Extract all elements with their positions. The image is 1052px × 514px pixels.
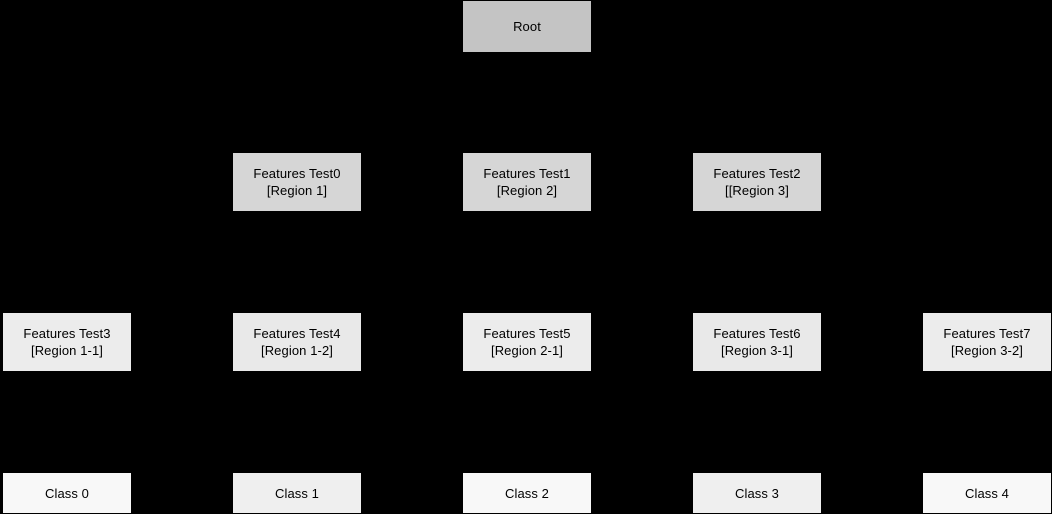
node-class-3[interactable]: Class 3 (692, 472, 822, 514)
node-label-primary: Class 4 (964, 485, 1010, 501)
node-class-4[interactable]: Class 4 (922, 472, 1052, 514)
diagram-level-class-level: Class 0 Class 1 Class 2 Class 3 Class 4 (0, 0, 1052, 514)
node-label-primary: Class 1 (274, 485, 320, 501)
node-label-primary: Class 2 (504, 485, 550, 501)
diagram-canvas: Root Features Test0 [Region 1] Features Tes… (0, 0, 1052, 514)
node-class-1[interactable]: Class 1 (232, 472, 362, 514)
node-class-2[interactable]: Class 2 (462, 472, 592, 514)
node-label-primary: Class 3 (734, 485, 780, 501)
node-label-primary: Class 0 (44, 485, 90, 501)
node-class-0[interactable]: Class 0 (2, 472, 132, 514)
